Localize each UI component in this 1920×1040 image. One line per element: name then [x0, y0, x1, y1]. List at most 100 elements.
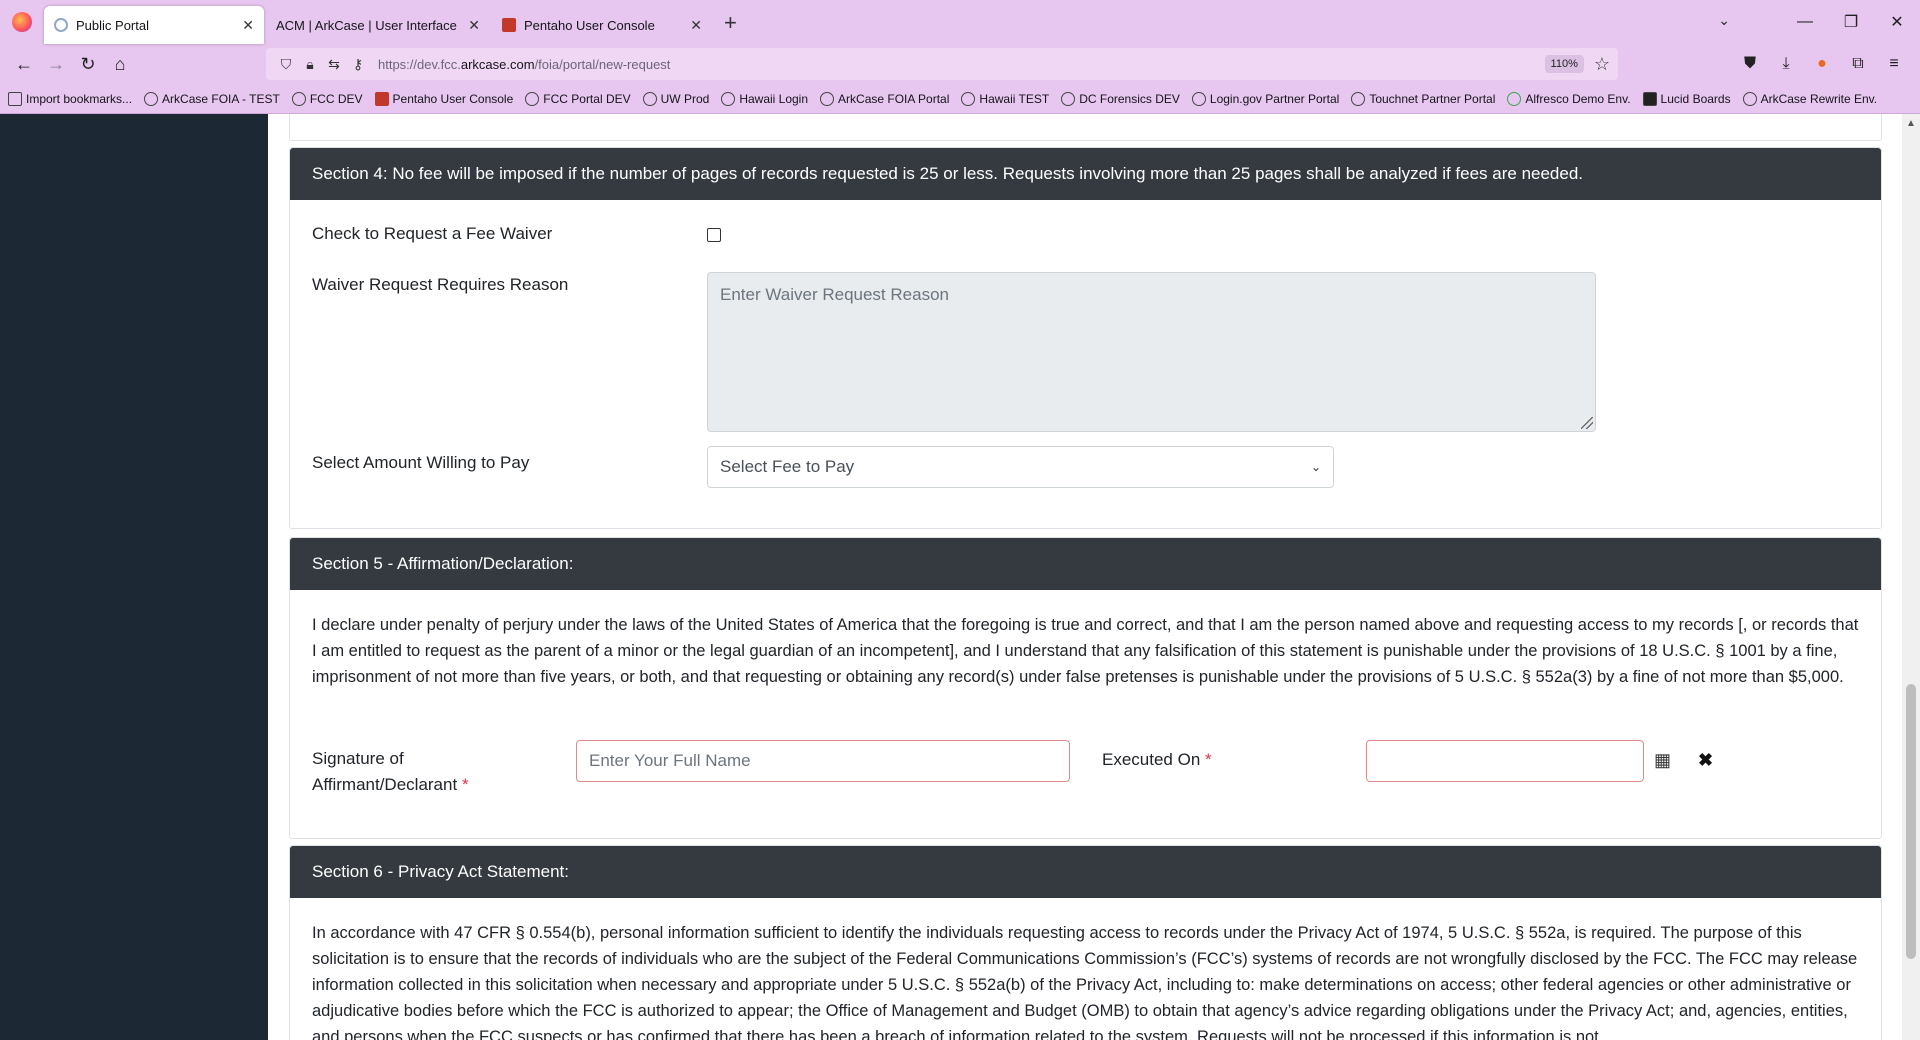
scroll-up-icon[interactable]: ▲ [1906, 118, 1916, 129]
required-mark: * [1205, 750, 1212, 769]
address-bar[interactable]: ⛉ 🔒︎ ⇆ ⚷ https://dev.fcc.arkcase.com/foi… [266, 48, 1618, 80]
browser-tab-bar: Public Portal ✕ ACM | ArkCase | User Int… [0, 0, 1920, 44]
previous-section-bottom [289, 114, 1882, 141]
toolbar-icons: ⛊ ⤓ ● ⧉ ≡ [1732, 55, 1912, 73]
globe-icon [144, 91, 159, 106]
pentaho-icon [502, 18, 516, 32]
section-5-card: Section 5 - Affirmation/Declaration: I d… [289, 537, 1882, 839]
bookmark-item[interactable]: ArkCase FOIA Portal [820, 91, 949, 106]
tab-label: Pentaho User Console [524, 17, 655, 33]
signature-placeholder: Enter Your Full Name [589, 751, 751, 770]
section-6-card: Section 6 - Privacy Act Statement: In ac… [289, 845, 1882, 1040]
globe-icon [820, 91, 835, 106]
page-scrollbar[interactable]: ▲ [1902, 114, 1920, 1040]
signature-input[interactable]: Enter Your Full Name [576, 740, 1070, 782]
amount-label: Select Amount Willing to Pay [312, 453, 530, 472]
chevron-down-icon: ⌄ [1310, 460, 1321, 474]
pentaho-icon [374, 91, 389, 106]
home-icon[interactable]: ⌂ [104, 48, 136, 80]
signature-label: Signature of Affirmant/Declarant * [312, 749, 469, 794]
waiver-reason-placeholder: Enter Waiver Request Reason [720, 285, 949, 304]
close-window-icon[interactable]: ✕ [1874, 12, 1920, 32]
section-4-header: Section 4: No fee will be imposed if the… [290, 148, 1881, 200]
gear-icon [1191, 91, 1206, 106]
waiver-reason-textarea[interactable]: Enter Waiver Request Reason [707, 272, 1596, 432]
new-tab-icon[interactable]: + [724, 10, 737, 36]
bookmark-item[interactable]: UW Prod [642, 91, 709, 106]
bookmark-item[interactable]: FCC DEV [291, 91, 363, 106]
minimize-icon[interactable]: — [1782, 13, 1828, 31]
firefox-logo-icon[interactable] [12, 12, 32, 32]
declaration-text: I declare under penalty of perjury under… [312, 616, 1859, 686]
privacy-statement-text: In accordance with 47 CFR § 0.554(b), pe… [312, 924, 1858, 1040]
menu-icon[interactable]: ≡ [1876, 55, 1912, 73]
navigation-toolbar: ← → ↻ ⌂ ⛉ 🔒︎ ⇆ ⚷ https://dev.fcc.arkcase… [0, 44, 1920, 84]
alfresco-icon [1507, 91, 1522, 106]
bookmark-item[interactable]: Import bookmarks... [8, 91, 132, 106]
close-tab-icon[interactable]: ✕ [232, 17, 254, 34]
zoom-level[interactable]: 110% [1544, 55, 1584, 73]
executed-on-label: Executed On * [1102, 750, 1212, 769]
globe-icon [721, 91, 736, 106]
bookmark-item[interactable]: Login.gov Partner Portal [1191, 91, 1339, 106]
tab-pentaho[interactable]: Pentaho User Console ✕ [492, 6, 712, 44]
fee-waiver-label: Check to Request a Fee Waiver [312, 224, 553, 243]
waiver-reason-label: Waiver Request Requires Reason [312, 275, 569, 294]
section-4-card: Section 4: No fee will be imposed if the… [289, 147, 1882, 529]
bookmark-item[interactable]: Pentaho User Console [374, 91, 513, 106]
shield-icon[interactable]: ⛉ [274, 56, 298, 73]
section-5-header: Section 5 - Affirmation/Declaration: [290, 538, 1881, 590]
resize-handle-icon[interactable] [1581, 417, 1593, 429]
close-tab-icon[interactable]: ✕ [680, 17, 702, 34]
calendar-icon[interactable]: ▦ [1654, 750, 1671, 771]
loading-icon [54, 18, 68, 32]
permissions-icon[interactable]: ⇆ [322, 56, 346, 73]
section-6-header: Section 6 - Privacy Act Statement: [290, 846, 1881, 898]
reload-icon[interactable]: ↻ [72, 48, 104, 80]
globe-icon [291, 91, 306, 106]
download-icon[interactable]: ⤓ [1768, 55, 1804, 73]
bookmark-item[interactable]: Alfresco Demo Env. [1507, 91, 1631, 106]
close-tab-icon[interactable]: ✕ [458, 17, 480, 34]
bookmarks-toolbar: Import bookmarks... ArkCase FOIA - TEST … [0, 84, 1920, 114]
bookmark-item[interactable]: Hawaii TEST [961, 91, 1049, 106]
globe-icon [1061, 91, 1076, 106]
bookmark-item[interactable]: Lucid Boards [1642, 91, 1731, 106]
pocket-icon[interactable]: ⛊ [1732, 55, 1768, 73]
globe-icon [961, 91, 976, 106]
clear-date-icon[interactable]: ✖ [1698, 750, 1713, 771]
scrollbar-thumb[interactable] [1906, 684, 1916, 959]
tab-arkcase-ui[interactable]: ACM | ArkCase | User Interface ✕ [266, 6, 490, 44]
lucid-icon [1642, 91, 1657, 106]
bookmark-star-icon[interactable]: ☆ [1594, 54, 1610, 75]
restore-icon[interactable]: ❐ [1828, 12, 1874, 32]
window-controls: — ❐ ✕ [1782, 0, 1920, 44]
bookmark-item[interactable]: ArkCase FOIA - TEST [144, 91, 280, 106]
forward-icon[interactable]: → [40, 48, 72, 80]
extensions-icon[interactable]: ⧉ [1840, 55, 1876, 73]
bookmark-item[interactable]: Touchnet Partner Portal [1351, 91, 1495, 106]
globe-icon [1742, 91, 1757, 106]
fee-amount-select[interactable]: Select Fee to Pay ⌄ [707, 446, 1334, 488]
page-viewport: Section 4: No fee will be imposed if the… [0, 114, 1920, 1040]
key-icon[interactable]: ⚷ [346, 56, 370, 73]
bookmark-item[interactable]: Hawaii Login [721, 91, 808, 106]
fee-waiver-checkbox[interactable] [707, 228, 721, 242]
url-text[interactable]: https://dev.fcc.arkcase.com/foia/portal/… [378, 57, 670, 72]
globe-icon [525, 91, 540, 106]
tab-public-portal[interactable]: Public Portal ✕ [44, 6, 264, 44]
touchnet-icon [1351, 91, 1366, 106]
tab-label: ACM | ArkCase | User Interface [276, 17, 457, 33]
back-icon[interactable]: ← [8, 48, 40, 80]
fee-amount-selected: Select Fee to Pay [720, 457, 855, 476]
tab-label: Public Portal [76, 17, 149, 33]
required-mark: * [461, 775, 469, 794]
extension-orange-icon[interactable]: ● [1804, 55, 1840, 73]
bookmark-item[interactable]: DC Forensics DEV [1061, 91, 1180, 106]
chevron-down-icon[interactable]: ⌄ [1718, 12, 1730, 29]
bookmark-item[interactable]: ArkCase Rewrite Env. [1742, 91, 1877, 106]
lock-icon[interactable]: 🔒︎ [298, 56, 322, 73]
bookmark-item[interactable]: FCC Portal DEV [525, 91, 631, 106]
left-sidebar [0, 114, 268, 1040]
executed-on-date-input[interactable] [1366, 740, 1644, 782]
